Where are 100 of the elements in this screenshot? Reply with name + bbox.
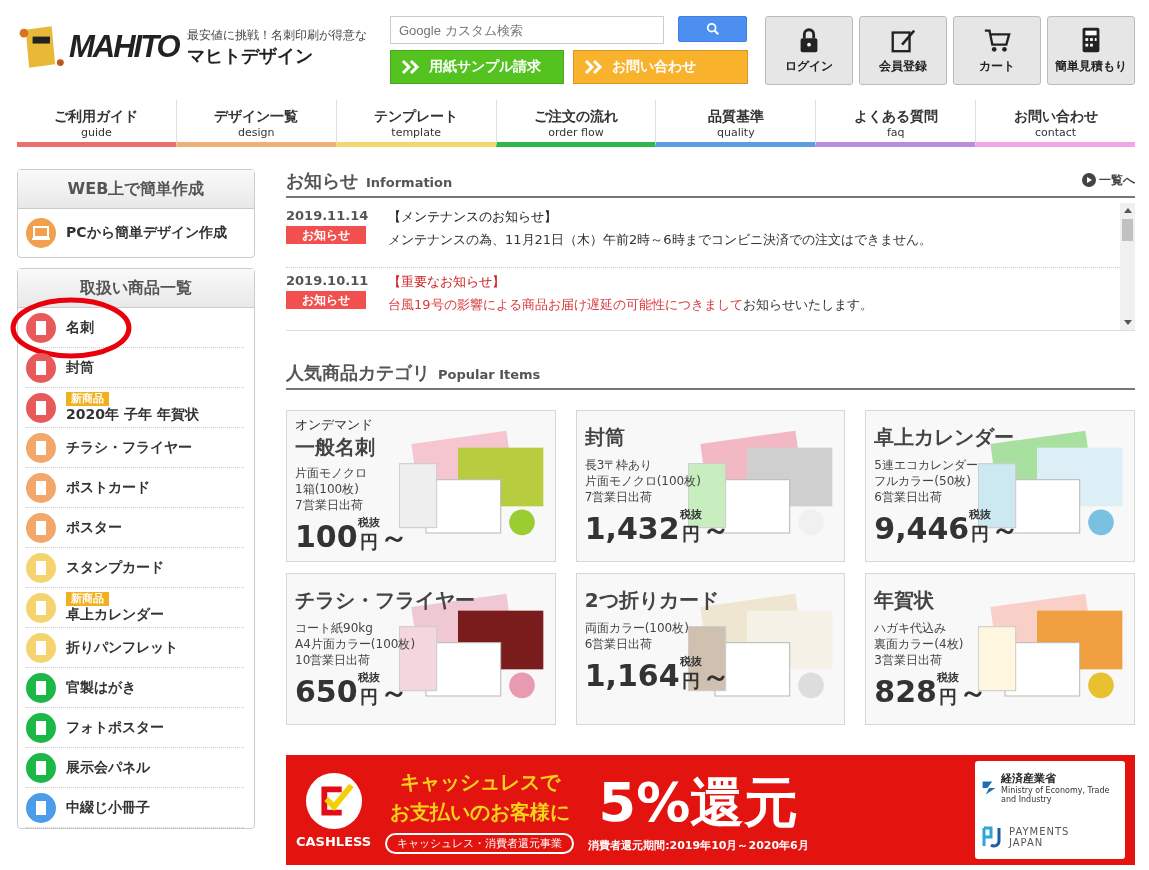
section-title: 人気商品カテゴリ [286, 361, 430, 385]
sidebar-item[interactable]: フォトポスター [26, 708, 244, 748]
nav-tab[interactable]: 品質基準 quality [655, 100, 816, 147]
card-detail: 裏面カラー(4枚) [874, 636, 964, 652]
scroll-down-arrow-icon[interactable] [1123, 320, 1132, 326]
sidebar-item[interactable]: チラシ・フライヤー [26, 428, 244, 468]
banner-headline: お支払いのお客様に [389, 798, 570, 826]
sidebar-item[interactable]: 折りパンフレット [26, 628, 244, 668]
card-detail: 7営業日出荷 [584, 489, 654, 505]
computer-icon [26, 218, 56, 248]
scroll-up-arrow-icon[interactable] [1123, 207, 1132, 213]
card-detail: 片面モノクロ(100枚) [584, 473, 701, 489]
ministry-english: Ministry of Economy, Trade and Industry [1001, 786, 1111, 805]
sidebar-item[interactable]: ポストカード [26, 468, 244, 508]
news-date: 2019.10.11 [286, 273, 366, 288]
card-detail: コート紙90kg [295, 620, 374, 636]
news-title[interactable]: 【メンテナンスのお知らせ】 [388, 208, 932, 226]
card-title: 2つ折りカード [584, 587, 719, 614]
nav-tab[interactable]: ご注文の流れ order flow [495, 100, 656, 147]
price-tilde: ～ [379, 522, 408, 554]
nav-tab[interactable]: テンプレート template [335, 100, 496, 147]
tax-note: 税抜 [357, 515, 380, 529]
sidebar-item[interactable]: PCから簡単デザイン作成 [18, 209, 254, 257]
price: 1,432 [584, 512, 680, 546]
card-detail: 6営業日出荷 [874, 489, 943, 505]
nav-tab[interactable]: よくある質問 faq [815, 100, 976, 147]
nav-tab[interactable]: デザイン一覧 design [175, 100, 336, 147]
card-detail: 片面モノクロ [295, 465, 367, 481]
nav-tab[interactable]: お問い合わせ contact [975, 100, 1135, 147]
card-detail: ハガキ代込み [874, 620, 948, 636]
card-detail: 7営業日出荷 [295, 497, 364, 513]
program-pill: キャッシュレス・消費者還元事業 [385, 832, 575, 854]
news-title[interactable]: 【重要なお知らせ】 [388, 273, 873, 291]
card-title: 卓上カレンダー [874, 424, 1015, 451]
price-unit: 円 [359, 685, 378, 709]
period-text: 消費者還元期間:2019年10月～2020年6月 [588, 837, 809, 853]
card-detail: 10営業日出荷 [295, 652, 372, 668]
scroll-thumb[interactable] [1122, 219, 1133, 241]
card-detail: 5連エコカレンダー [874, 457, 978, 473]
sidebar-item[interactable]: 中綴じ小冊子 [26, 788, 244, 828]
sidebar-item[interactable]: 新商品 卓上カレンダー [26, 588, 244, 628]
search-icon [705, 22, 720, 36]
price: 828 [874, 675, 937, 709]
card-detail: 3営業日出荷 [874, 652, 943, 668]
price-tilde: ～ [379, 677, 408, 709]
brand-name: マヒトデザイン [186, 43, 314, 68]
card-title: 封筒 [584, 424, 625, 451]
sidebar-item[interactable]: スタンプカード [26, 548, 244, 588]
cashless-label: CASHLESS [296, 833, 372, 849]
header-button[interactable]: ログイン [765, 16, 853, 85]
nav-tab[interactable]: ご利用ガイド guide [17, 100, 176, 147]
double-chevron-icon [401, 59, 421, 75]
card-detail: 長3〒枠あり [584, 457, 654, 473]
news-date: 2019.11.14 [286, 208, 366, 223]
price: 1,164 [584, 659, 680, 693]
price-tilde: ～ [701, 661, 730, 693]
news-tag: お知らせ [286, 291, 366, 309]
section-title: お知らせ [286, 169, 358, 193]
news-text: 台風19号の影響による商品お届け遅延の可能性につきましてお知らせいたします。 [388, 296, 873, 314]
tax-note: 税抜 [679, 654, 702, 668]
sidebar-item[interactable]: 展示会パネル [26, 748, 244, 788]
card-detail: 6営業日出荷 [584, 636, 654, 652]
price: 650 [295, 675, 358, 709]
price: 9,446 [874, 512, 970, 546]
new-badge: 新商品 [66, 591, 109, 606]
more-link[interactable]: 一覧へ [1082, 171, 1135, 189]
panel-heading: WEB上で簡単作成 [18, 170, 254, 209]
header-button[interactable]: 簡単見積もり [1047, 16, 1135, 85]
card-title: 一般名刺 [295, 434, 375, 461]
price-unit: 円 [681, 669, 700, 693]
double-chevron-icon [584, 59, 604, 75]
section-subtitle: Popular Items [438, 367, 541, 382]
play-icon [1082, 173, 1096, 187]
sidebar-item[interactable]: 新商品 2020年 子年 年賀状 [26, 388, 244, 428]
price-unit: 円 [359, 530, 378, 554]
card-detail: 1箱(100枚) [295, 481, 360, 497]
card-title: 年賀状 [874, 587, 935, 614]
card-detail: 両面カラー(100枚) [584, 620, 689, 636]
checkmark-logo-icon [304, 771, 363, 830]
cashless-banner[interactable]: CASHLESS キャッシュレスで お支払いのお客様に キャッシュレス・消費者還元事業 5%還元 消費者還元期間:2019年10月～2020年6月 経済産業省 Ministry of Economy, Trade and Industry PAYMENTS JAPAN [286, 755, 1135, 865]
price-unit: 円 [938, 685, 957, 709]
sidebar-item[interactable]: 封筒 [26, 348, 244, 388]
ministry-name: 経済産業省 [1001, 771, 1058, 786]
header-button[interactable]: カート [953, 16, 1041, 85]
new-badge: 新商品 [66, 391, 109, 406]
logo-wordmark[interactable]: MAHITO [69, 29, 179, 65]
discount-text: 5%還元 [598, 769, 799, 836]
search-field[interactable]: Google カスタム検索 [390, 16, 664, 44]
sidebar-item[interactable]: ポスター [26, 508, 244, 548]
price: 100 [295, 520, 358, 554]
header-button[interactable]: 会員登録 [859, 16, 947, 85]
card-detail: A4片面カラー(100枚) [295, 636, 416, 652]
search-button[interactable] [678, 16, 747, 42]
section-subtitle: Information [366, 175, 453, 190]
price-unit: 円 [681, 522, 700, 546]
sidebar-item[interactable]: 官製はがき [26, 668, 244, 708]
news-tag: お知らせ [286, 226, 366, 244]
tax-note: 税抜 [969, 507, 992, 521]
sidebar-item[interactable]: 名刺 [26, 308, 244, 348]
tax-note: 税抜 [357, 670, 380, 684]
